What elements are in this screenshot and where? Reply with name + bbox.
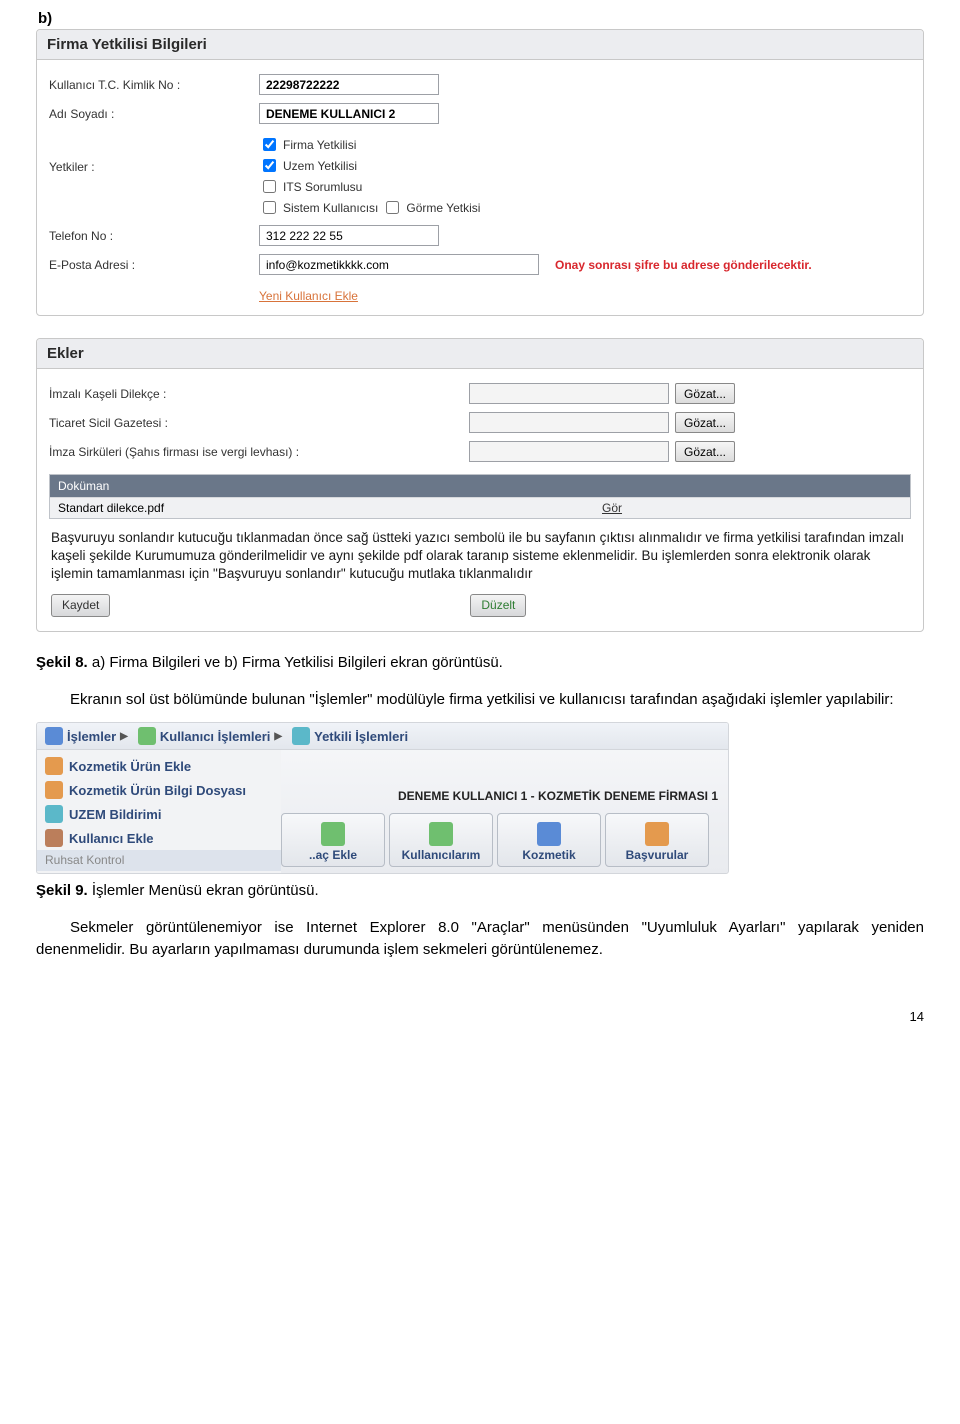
label-sirkuler: İmza Sirküleri (Şahıs firması ise vergi … xyxy=(49,445,469,459)
globe-icon xyxy=(45,805,63,823)
tile-ac-ekle[interactable]: ..aç Ekle xyxy=(281,813,385,867)
folder-icon xyxy=(45,781,63,799)
user-add-icon xyxy=(45,829,63,847)
chevron-right-icon: ▶ xyxy=(120,731,128,742)
yetkiler-group: Firma Yetkilisi Uzem Yetkilisi ITS Sorum… xyxy=(259,132,480,217)
label-gazete: Ticaret Sicil Gazetesi : xyxy=(49,416,469,430)
caption-rest: a) Firma Bilgileri ve b) Firma Yetkilisi… xyxy=(88,654,503,671)
caption-bold: Şekil 8. xyxy=(36,654,88,671)
menu-item-label: Kullanıcı Ekle xyxy=(69,831,154,846)
email-input[interactable] xyxy=(259,254,539,275)
chevron-right-icon: ▶ xyxy=(274,731,282,742)
document-icon xyxy=(537,822,561,846)
tile-kullanicilarim[interactable]: Kullanıcılarım xyxy=(389,813,493,867)
browse-button[interactable]: Gözat... xyxy=(675,412,735,433)
menu-kullanici-islemleri[interactable]: Kullanıcı İşlemleri▶ xyxy=(138,727,282,745)
save-button[interactable]: Kaydet xyxy=(51,594,110,617)
label-yetkiler: Yetkiler : xyxy=(49,132,259,174)
user-icon xyxy=(292,727,310,745)
check-label: Sistem Kullanıcısı xyxy=(283,201,378,215)
telefon-input[interactable] xyxy=(259,225,439,246)
section-b-label: b) xyxy=(38,10,924,27)
menu-item-label: UZEM Bildirimi xyxy=(69,807,161,822)
caption-rest: İşlemler Menüsü ekran görüntüsü. xyxy=(88,882,319,899)
label-tel: Telefon No : xyxy=(49,229,259,243)
tile-label: Kullanıcılarım xyxy=(402,848,481,862)
label-dilekce: İmzalı Kaşeli Dilekçe : xyxy=(49,387,469,401)
check-label: Firma Yetkilisi xyxy=(283,138,356,152)
info-text: Başvuruyu sonlandır kutucuğu tıklanmadan… xyxy=(49,523,911,592)
menu-item-uzem[interactable]: UZEM Bildirimi xyxy=(37,802,281,826)
label-ad: Adı Soyadı : xyxy=(49,107,259,121)
check-uzem-yetkilisi[interactable] xyxy=(263,159,276,172)
menu-breadcrumb: İşlemler▶ Kullanıcı İşlemleri▶ Yetkili İ… xyxy=(37,723,728,750)
panel-title: Ekler xyxy=(37,339,923,369)
doc-name: Standart dilekce.pdf xyxy=(58,501,602,515)
menu-yetkili-islemleri[interactable]: Yetkili İşlemleri xyxy=(292,727,408,745)
tc-input[interactable] xyxy=(259,74,439,95)
menu-label: İşlemler xyxy=(67,729,116,744)
label-email: E-Posta Adresi : xyxy=(49,258,259,272)
tile-kozmetik[interactable]: Kozmetik xyxy=(497,813,601,867)
caption-bold: Şekil 9. xyxy=(36,882,88,899)
users-icon xyxy=(429,822,453,846)
file-dilekce[interactable] xyxy=(469,383,669,404)
edit-button[interactable]: Düzelt xyxy=(470,594,526,617)
label-tc: Kullanıcı T.C. Kimlik No : xyxy=(49,78,259,92)
menu-item-label: Kozmetik Ürün Ekle xyxy=(69,759,191,774)
ad-soyad-input[interactable] xyxy=(259,103,439,124)
menu-item-kullanici-ekle[interactable]: Kullanıcı Ekle xyxy=(37,826,281,850)
check-label: ITS Sorumlusu xyxy=(283,180,362,194)
add-user-link[interactable]: Yeni Kullanıcı Ekle xyxy=(49,279,911,309)
table-row: Standart dilekce.pdf Gör xyxy=(50,497,910,518)
panel-ekler: Ekler İmzalı Kaşeli Dilekçe : Gözat... T… xyxy=(36,338,924,632)
email-warning: Onay sonrası şifre bu adrese gönderilece… xyxy=(555,258,812,272)
tile-label: ..aç Ekle xyxy=(309,848,357,862)
page-number: 14 xyxy=(36,973,924,1024)
check-sistem-kullanicisi[interactable] xyxy=(263,201,276,214)
check-gorme-yetkisi[interactable] xyxy=(386,201,399,214)
check-its-sorumlusu[interactable] xyxy=(263,180,276,193)
panel-firma-yetkilisi: Firma Yetkilisi Bilgileri Kullanıcı T.C.… xyxy=(36,29,924,316)
current-user-line: DENEME KULLANICI 1 - KOZMETİK DENEME FİR… xyxy=(281,783,728,813)
product-icon xyxy=(45,757,63,775)
file-sirkuler[interactable] xyxy=(469,441,669,462)
check-firma-yetkilisi[interactable] xyxy=(263,138,276,151)
menu-label: Yetkili İşlemleri xyxy=(314,729,408,744)
figure-9-caption: Şekil 9. İşlemler Menüsü ekran görüntüsü… xyxy=(36,882,924,899)
panel-title: Firma Yetkilisi Bilgileri xyxy=(37,30,923,60)
check-label: Görme Yetkisi xyxy=(406,201,480,215)
user-icon xyxy=(138,727,156,745)
tile-basvurular[interactable]: Başvurular xyxy=(605,813,709,867)
menu-islemler[interactable]: İşlemler ▶ xyxy=(45,727,128,745)
body-paragraph: Ekranın sol üst bölümünde bulunan "İşlem… xyxy=(36,689,924,711)
browse-button[interactable]: Gözat... xyxy=(675,383,735,404)
calendar-icon xyxy=(645,822,669,846)
menu-item-kozmetik-dosya[interactable]: Kozmetik Ürün Bilgi Dosyası xyxy=(37,778,281,802)
menu-item-label: Kozmetik Ürün Bilgi Dosyası xyxy=(69,783,246,798)
file-gazete[interactable] xyxy=(469,412,669,433)
table-header: Doküman xyxy=(50,475,910,497)
menu-item-ruhsat: Ruhsat Kontrol xyxy=(37,850,281,871)
figure-8-caption: Şekil 8. a) Firma Bilgileri ve b) Firma … xyxy=(36,654,924,671)
folder-icon xyxy=(45,727,63,745)
menu-label: Kullanıcı İşlemleri xyxy=(160,729,271,744)
add-icon xyxy=(321,822,345,846)
menu-item-kozmetik-urun-ekle[interactable]: Kozmetik Ürün Ekle xyxy=(37,754,281,778)
check-label: Uzem Yetkilisi xyxy=(283,159,357,173)
menu-left-list: Kozmetik Ürün Ekle Kozmetik Ürün Bilgi D… xyxy=(37,750,281,873)
menu-item-label: Ruhsat Kontrol xyxy=(45,853,124,867)
body-paragraph: Sekmeler görüntülenemiyor ise Internet E… xyxy=(36,917,924,961)
tile-buttons: ..aç Ekle Kullanıcılarım Kozmetik Başvur… xyxy=(281,813,728,873)
tile-label: Başvurular xyxy=(626,848,689,862)
document-table: Doküman Standart dilekce.pdf Gör xyxy=(49,474,911,519)
doc-view-link[interactable]: Gör xyxy=(602,501,902,515)
menu-screenshot: İşlemler▶ Kullanıcı İşlemleri▶ Yetkili İ… xyxy=(36,722,729,874)
browse-button[interactable]: Gözat... xyxy=(675,441,735,462)
tile-label: Kozmetik xyxy=(522,848,575,862)
